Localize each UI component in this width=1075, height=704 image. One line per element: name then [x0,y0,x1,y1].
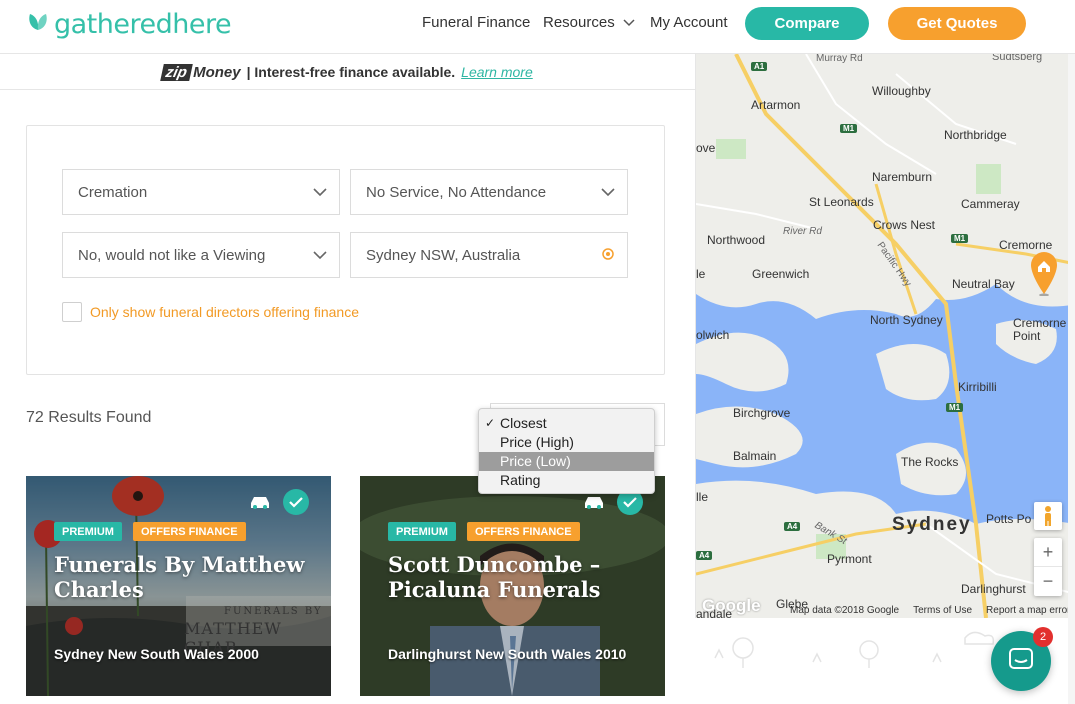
site-header: gatheredhere Funeral Finance Resources M… [0,0,1075,54]
card-sign-line1: FUNERALS BY [224,606,323,617]
get-quotes-button[interactable]: Get Quotes [888,7,1026,40]
road-shield: A4 [784,522,801,531]
sort-option-closest[interactable]: ✓ Closest [479,414,654,433]
car-icon [247,489,273,515]
map-label-balmain: Balmain [733,449,777,463]
map-data-credit: Map data ©2018 Google [790,605,900,616]
map-label-le: le [696,267,706,281]
card-title[interactable]: Scott Duncombe – Picaluna Funerals [388,552,648,602]
card-title[interactable]: Funerals By Matthew Charles [54,552,314,602]
map-label-the-rocks: The Rocks [901,455,959,469]
map-label-ove: ove [696,141,716,155]
google-logo: Google [702,596,761,615]
sort-dropdown-menu: ✓ Closest Price (High) Price (Low) Ratin… [478,408,655,494]
street-view-pegman-icon[interactable] [1034,502,1062,530]
map-label-northbridge: Northbridge [944,128,1007,142]
premium-badge: PREMIUM [54,522,122,541]
zoom-out-button[interactable]: − [1034,567,1062,596]
map-panel[interactable]: Artarmon Willoughby Northbridge Narembur… [695,54,1075,618]
scrollbar[interactable] [1068,54,1075,704]
nav-resources[interactable]: Resources [543,14,635,31]
map-report-link[interactable]: Report a map error [986,605,1070,616]
map-label-olwich: olwich [696,328,730,342]
service-type-select[interactable]: Cremation [62,169,340,215]
map-label-pyrmont: Pyrmont [827,552,872,566]
results-count: 72 Results Found [26,409,152,426]
listing-card[interactable]: PREMIUM OFFERS FINANCE Scott Duncombe – … [360,476,665,696]
map-label-river-rd: River Rd [783,226,822,237]
map-terms-link[interactable]: Terms of Use [913,605,972,616]
sort-option-price-high[interactable]: Price (High) [479,433,654,452]
locate-icon[interactable] [601,247,615,265]
offers-finance-badge: OFFERS FINANCE [467,522,580,541]
chat-unread-badge: 2 [1033,627,1053,647]
attendance-value: No Service, No Attendance [366,183,547,201]
logo-text: gatheredhere [54,9,232,40]
nav-my-account[interactable]: My Account [650,14,728,31]
chevron-down-icon [313,184,327,201]
location-value: Sydney NSW, Australia [366,246,521,264]
finance-banner: zip Money | Interest-free finance availab… [0,55,695,90]
map-label-darlinghurst: Darlinghurst [961,582,1026,596]
card-location: Sydney New South Wales 2000 [54,646,259,662]
map-label-willoughby: Willoughby [872,84,931,98]
map-footer: Map data ©2018 Google Terms of Use Repor… [790,605,1071,616]
map-label-sudtsberg: Sudtsberg [992,54,1043,63]
map-label-potts-point: Potts Po [986,512,1032,526]
chat-icon [1007,646,1035,677]
compare-button[interactable]: Compare [745,7,869,40]
location-input[interactable]: Sydney NSW, Australia [350,232,628,278]
map-label-st-leonards: St Leonards [809,195,874,209]
chevron-down-icon [313,247,327,264]
learn-more-link[interactable]: Learn more [461,64,533,80]
road-shield: M1 [951,234,969,243]
map-label-crows-nest: Crows Nest [873,218,936,232]
map-label-cammeray: Cammeray [961,197,1020,211]
listing-card[interactable]: FUNERALS BY MATTHEW CHAR PREMIUM OFFERS … [26,476,331,696]
sort-option-price-low[interactable]: Price (Low) [479,452,654,471]
service-type-value: Cremation [78,183,148,201]
finance-only-label[interactable]: Only show funeral directors offering fin… [90,304,359,320]
zipmoney-logo: zip Money [160,63,241,81]
logo[interactable]: gatheredhere [26,9,232,40]
sort-option-rating[interactable]: Rating [479,471,654,490]
chevron-down-icon [601,184,615,201]
map-label-sydney: Sydney [892,514,972,535]
attendance-select[interactable]: No Service, No Attendance [350,169,628,215]
chevron-down-icon [623,14,635,31]
map-zoom-control: + − [1034,538,1062,596]
map-label-lle: lle [696,490,709,504]
map-label-murray-rd: Murray Rd [816,54,863,64]
map-label-artarmon: Artarmon [751,98,801,112]
finance-only-checkbox[interactable] [62,302,82,322]
map-label-naremburn: Naremburn [872,170,933,184]
map-label-neutral-bay: Neutral Bay [952,277,1015,291]
nav-funeral-finance[interactable]: Funeral Finance [422,14,530,31]
zoom-in-button[interactable]: + [1034,538,1062,567]
verified-check-icon [283,489,309,515]
finance-banner-text: | Interest-free finance available. [246,64,456,80]
map-label-northwood: Northwood [707,233,766,247]
leaf-icon [26,10,50,39]
road-shield: M1 [946,403,964,412]
road-shield: A4 [696,551,713,560]
road-shield: M1 [840,124,858,133]
card-location: Darlinghurst New South Wales 2010 [388,646,627,662]
map-label-kirribilli: Kirribilli [958,380,997,394]
offers-finance-badge: OFFERS FINANCE [133,522,246,541]
road-shield: A1 [751,62,768,71]
checkmark-icon: ✓ [485,416,496,430]
premium-badge: PREMIUM [388,522,456,541]
nav-resources-label: Resources [543,14,615,31]
map-label-birchgrove: Birchgrove [733,406,791,420]
map-label-north-sydney: North Sydney [870,313,943,327]
map-label-greenwich: Greenwich [752,267,810,281]
viewing-select[interactable]: No, would not like a Viewing [62,232,340,278]
map-label-cremorne-point: Cremorne Point [1013,316,1067,343]
viewing-value: No, would not like a Viewing [78,246,266,264]
